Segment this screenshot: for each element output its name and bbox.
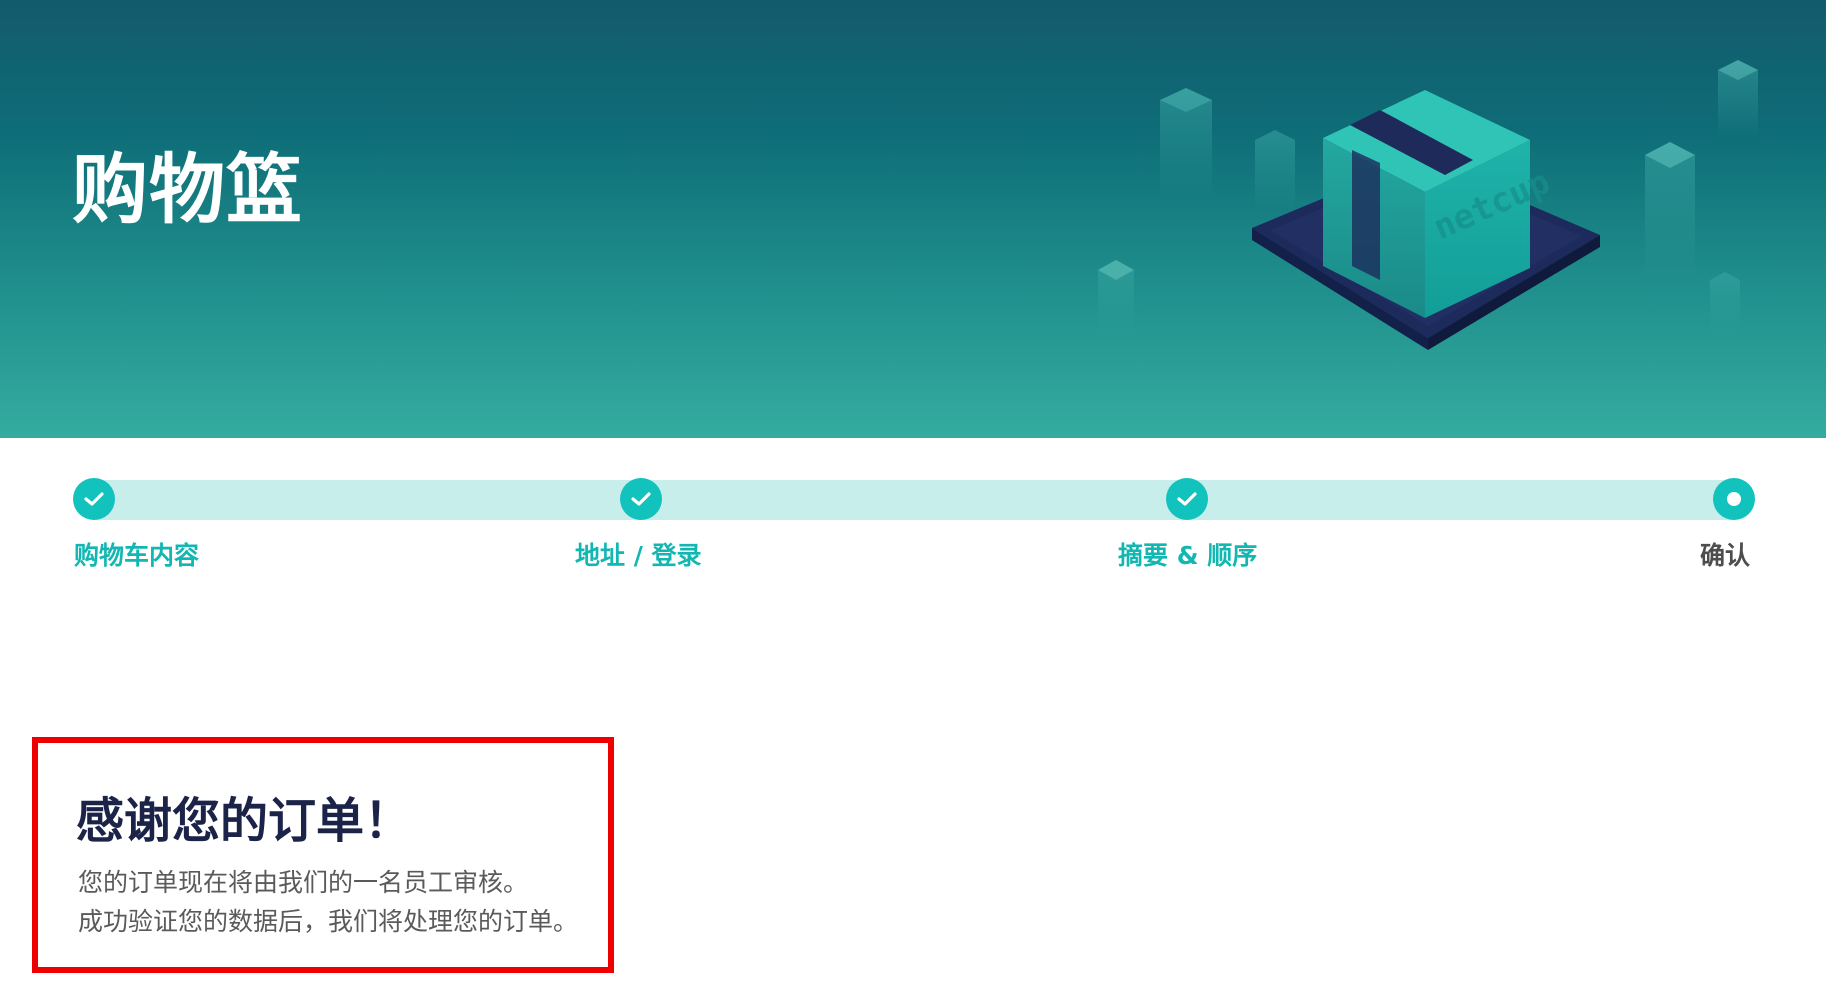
order-confirmation-box: 感谢您的订单！ 您的订单现在将由我们的一名员工审核。 成功验证您的数据后，我们将… [32, 737, 614, 973]
step-label-summary-order[interactable]: 摘要 & 顺序 [1118, 536, 1257, 572]
confirmation-line-1: 您的订单现在将由我们的一名员工审核。 [78, 868, 529, 897]
confirmation-line-2: 成功验证您的数据后，我们将处理您的订单。 [78, 907, 579, 936]
step-label-address-login[interactable]: 地址 / 登录 [575, 536, 702, 572]
step-3-check-icon [1166, 478, 1208, 520]
page-title: 购物篮 [72, 145, 303, 234]
confirmation-title: 感谢您的订单！ [76, 793, 413, 849]
background-pillar-icon [1160, 88, 1212, 200]
hero-banner: 购物篮 netcup [0, 0, 1826, 438]
stepper-track [94, 480, 1734, 520]
step-label-confirmation: 确认 [1700, 541, 1751, 570]
step-1-check-icon [73, 478, 115, 520]
page: 购物篮 netcup 购物车内容 地址 / 登录 摘要 & 顺序 确认 感谢您的… [0, 0, 1826, 994]
step-4-current-dot-icon [1713, 478, 1755, 520]
checkout-stepper: 购物车内容 地址 / 登录 摘要 & 顺序 确认 [0, 438, 1826, 598]
step-label-cart-contents[interactable]: 购物车内容 [74, 536, 199, 572]
package-illustration: netcup [1098, 60, 1758, 350]
step-2-check-icon [620, 478, 662, 520]
